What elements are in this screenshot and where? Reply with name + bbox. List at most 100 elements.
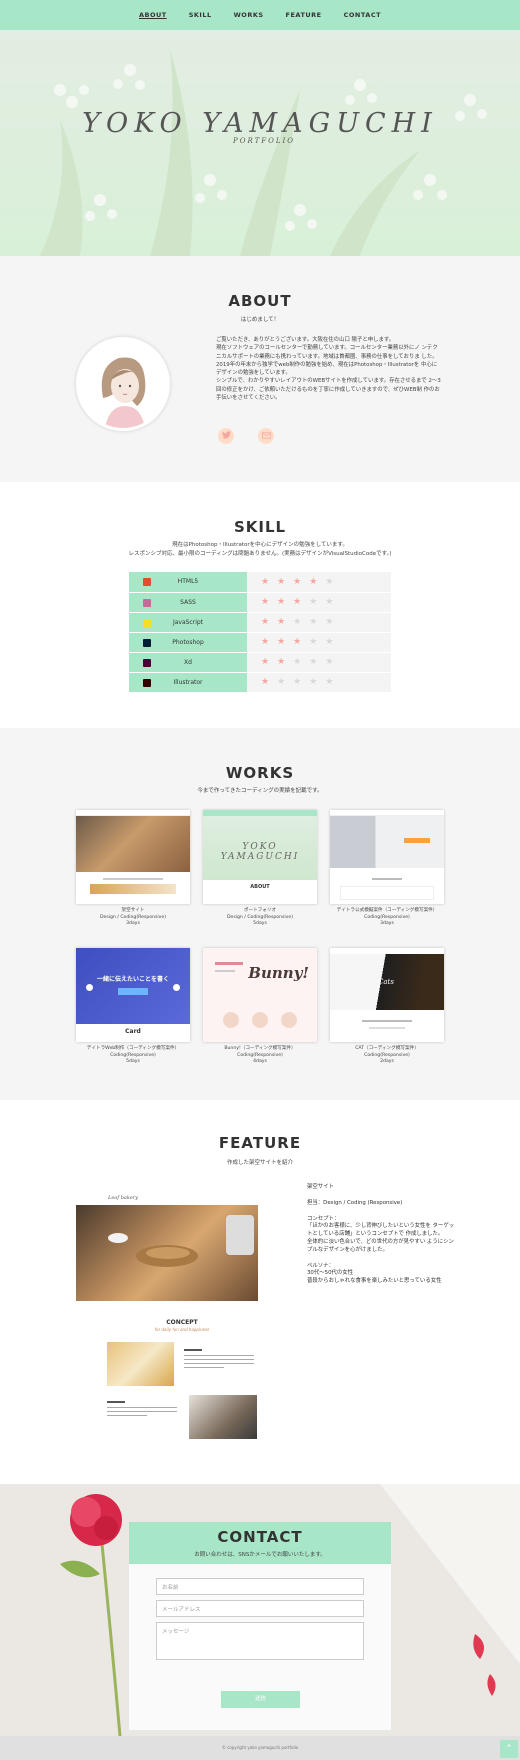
skill-table: HTML5 ★★★★★ SASS ★★★★★ JavaScript ★★★★★ Photos…: [129, 572, 391, 693]
submit-button[interactable]: 送信: [221, 1691, 300, 1708]
work-thumbnail: YOKO YAMAGUCHI ABOUT: [203, 810, 317, 904]
contact-section: CONTACT お問い合わせは、SNSかメールでお願いいたします。 お名前 メー…: [0, 1484, 520, 1736]
contact-header: CONTACT お問い合わせは、SNSかメールでお願いいたします。: [129, 1522, 391, 1564]
nav-link-works[interactable]: WORKS: [234, 11, 264, 19]
feature-title: FEATURE: [218, 1134, 302, 1152]
star-icon: ★: [309, 597, 326, 607]
skill-name: SASS: [129, 592, 247, 613]
star-icon: ★: [309, 677, 326, 687]
work-days: 2days: [380, 1059, 394, 1064]
skill-row: SASS ★★★★★: [129, 592, 391, 613]
work-thumb-title: YOKO YAMAGUCHI: [220, 842, 300, 862]
about-subtitle: はじめまして！: [240, 317, 280, 323]
about-text: ご覧いただき、ありがとうございます。大阪在住の山口 陽子と申します。 現在ソフト…: [216, 337, 441, 402]
star-icon: ★: [261, 597, 278, 607]
message-field[interactable]: メッセージ: [156, 1622, 364, 1660]
work-days: 3days: [380, 921, 394, 926]
copyright-text: © copyright yoko yamaguchi portfolio: [221, 1745, 299, 1750]
star-icon: ★: [277, 657, 294, 667]
skill-name: Illustrator: [129, 672, 247, 693]
work-thumb-title: 一緒に伝えたいことを書く: [96, 976, 169, 983]
work-card[interactable]: Bunny! Bunny!（コーディング模写案件） Coding(Responsi…: [203, 948, 317, 1066]
skill-row: Illustrator ★★★★★: [129, 672, 391, 693]
star-icon: ★: [261, 677, 278, 687]
work-thumb-badge: Card: [125, 1028, 141, 1035]
skill-label: Photoshop: [172, 638, 204, 646]
star-icon: ★: [261, 657, 278, 667]
chevron-up-icon: ⌃: [505, 1744, 513, 1754]
star-icon: ★: [261, 637, 278, 647]
feature-subtitle: 作成した架空サイトを紹介: [226, 1160, 293, 1166]
work-thumbnail: 一緒に伝えたいことを書く Card: [76, 948, 190, 1042]
work-card[interactable]: デイトラ公式模擬案件（コーディング模写案件） Coding(Responsive)…: [330, 810, 444, 928]
footer: © copyright yoko yamaguchi portfolio: [0, 1736, 520, 1760]
work-card[interactable]: YOKO YAMAGUCHI ABOUT ポートフォリオ Design / Cod…: [203, 810, 317, 928]
nav-link-about[interactable]: ABOUT: [139, 11, 167, 19]
feature-description: 架空サイト 担当：Design / Coding (Responsive) コン…: [307, 1184, 457, 1286]
work-card[interactable]: Cats CAT（コーディング模写案件） Coding(Responsive) 2d…: [330, 948, 444, 1066]
skill-logo-icon: [143, 618, 151, 627]
name-field[interactable]: お名前: [156, 1578, 364, 1595]
skill-logo-icon: [143, 658, 151, 667]
hero: YOKO YAMAGUCHI PORTFOLIO: [0, 30, 520, 256]
nav-link-skill[interactable]: SKILL: [189, 11, 212, 19]
feature-concept-text: 「ほかのお客様に、少し背伸びしたいという女性を ターゲットとしている店舗」という…: [307, 1223, 455, 1253]
feature-site-name: 架空サイト: [307, 1184, 334, 1190]
work-thumb-title: Cats: [378, 978, 394, 986]
skill-subtitle-1: 現在はPhotoshop・Illustratorを中心にデザインの勉強をしていま…: [172, 542, 348, 548]
star-icon: ★: [277, 617, 294, 627]
works-section: WORKS 今まで作ってきたコーディングの実績を記載です。 架空サイト Desig…: [0, 728, 520, 1100]
work-card[interactable]: 一緒に伝えたいことを書く Card デイトラWeb制作（コーディング模写案件） C…: [76, 948, 190, 1066]
hero-title: YOKO YAMAGUCHI: [82, 108, 438, 139]
feature-persona-text: 30代〜50代の女性 普段からおしゃれな食事を楽しみたいと思っている女性: [307, 1270, 442, 1285]
skill-label: SASS: [180, 598, 196, 606]
mail-link[interactable]: [258, 428, 274, 444]
feature-mockup-hero: Leaf bakery: [76, 1193, 258, 1301]
work-days: 5days: [253, 921, 267, 926]
star-icon: ★: [309, 576, 326, 587]
mail-icon: [261, 431, 271, 441]
work-thumbnail: [330, 810, 444, 904]
skill-label: Illustrator: [173, 678, 203, 686]
nav-link-feature[interactable]: FEATURE: [286, 11, 322, 19]
contact-form: CONTACT お問い合わせは、SNSかメールでお願いいたします。 お名前 メー…: [129, 1522, 391, 1730]
skill-logo-icon: [143, 578, 151, 586]
skill-rating: ★★★★★: [247, 672, 391, 693]
star-icon: ★: [277, 677, 294, 687]
star-icon: ★: [325, 597, 342, 607]
star-icon: ★: [293, 677, 310, 687]
star-icon: ★: [309, 657, 326, 667]
nav-link-contact[interactable]: CONTACT: [344, 11, 381, 19]
twitter-link[interactable]: [218, 428, 234, 444]
star-icon: ★: [293, 576, 310, 587]
work-name: デイトラ公式模擬案件（コーディング模写案件）: [336, 908, 438, 913]
work-card[interactable]: 架空サイト Design / Coding(Responsive) 3days: [76, 810, 190, 928]
skill-row: HTML5 ★★★★★: [129, 572, 391, 593]
skill-label: JavaScript: [172, 618, 204, 626]
skill-row: JavaScript ★★★★★: [129, 612, 391, 633]
skill-rating: ★★★★★: [247, 572, 391, 593]
skill-label: Xd: [184, 658, 192, 666]
star-icon: ★: [309, 637, 326, 647]
skill-subtitle-2: レスポンシブ対応、最小限のコーディングは問題ありません。(実務はデザインがVis…: [128, 551, 392, 557]
work-thumbnail: Bunny!: [203, 948, 317, 1042]
work-thumbnail: Cats: [330, 948, 444, 1042]
star-icon: ★: [325, 637, 342, 647]
work-days: 3days: [126, 921, 140, 926]
star-icon: ★: [277, 576, 294, 587]
star-icon: ★: [293, 597, 310, 607]
star-icon: ★: [293, 617, 310, 627]
star-icon: ★: [325, 677, 342, 687]
star-icon: ★: [325, 576, 342, 587]
twitter-icon: [221, 431, 231, 441]
feature-role: 担当：Design / Coding (Responsive): [307, 1199, 403, 1206]
star-icon: ★: [293, 657, 310, 667]
feature-mock-logo: Leaf bakery: [108, 1195, 139, 1201]
email-field[interactable]: メールアドレス: [156, 1600, 364, 1617]
skill-rating: ★★★★★: [247, 652, 391, 673]
about-title: ABOUT: [228, 292, 292, 310]
skill-rating: ★★★★★: [247, 612, 391, 633]
hero-subtitle: PORTFOLIO: [233, 137, 296, 145]
back-to-top-button[interactable]: ⌃: [500, 1740, 518, 1758]
star-icon: ★: [325, 617, 342, 627]
